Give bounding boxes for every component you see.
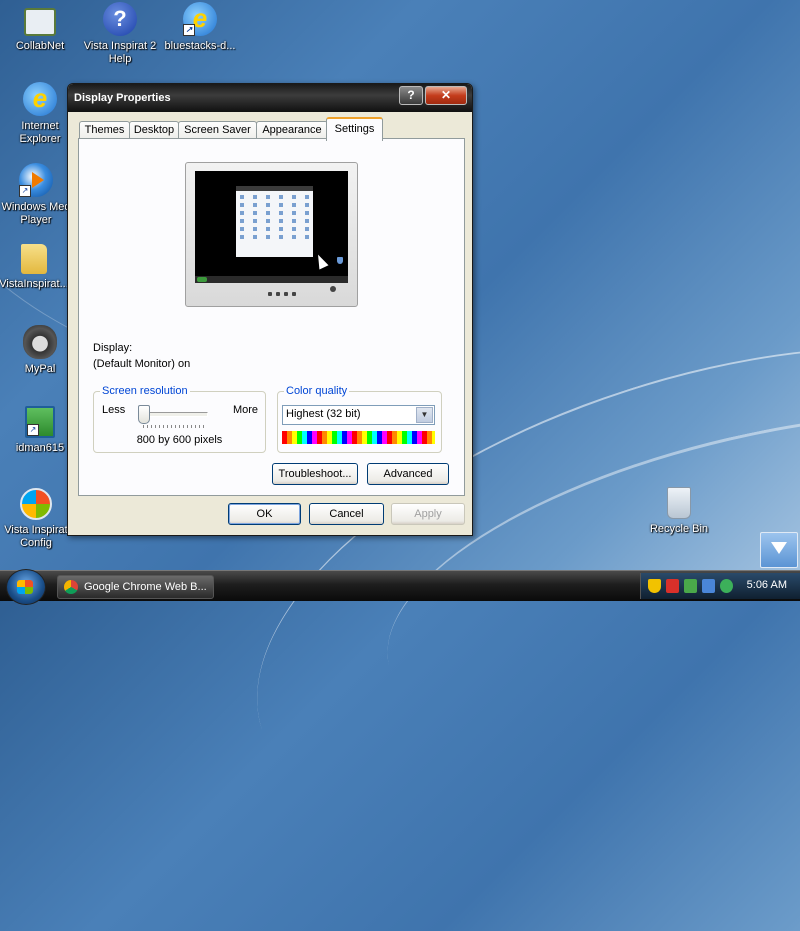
taskbar-item-label: Google Chrome Web B... [84,581,207,593]
mypal-icon [23,325,57,359]
system-tray: 5:06 AM [640,573,800,599]
taskbar: Google Chrome Web B... 5:06 AM [0,569,800,605]
group-title: Screen resolution [100,385,190,397]
color-quality-group: Color quality Highest (32 bit) ▼ [277,385,442,453]
desktop-icon-vistainspirat-folder[interactable]: VistaInspirat... [0,244,74,291]
monitor-screen [195,171,348,283]
shortcut-arrow-icon: ↗ [19,185,31,197]
apply-button[interactable]: Apply [391,503,465,525]
resolution-value: 800 by 600 pixels [136,434,223,446]
monitor-buttons [268,287,300,299]
desktop-icon-label: Vista Inspirat 2 Help [83,40,157,65]
color-quality-value: Highest (32 bit) [286,408,361,420]
help-button[interactable]: ? [399,86,423,105]
cancel-button[interactable]: Cancel [309,503,384,525]
desktop-icon-label: CollabNet [15,40,65,52]
title-bar[interactable]: Display Properties ? ✕ [68,84,472,112]
help-icon: ? [103,2,137,36]
desktop-icon-vista-config[interactable]: Vista Inspirat Config [0,488,76,550]
desktop-icon-label: Recycle Bin [649,523,709,535]
desktop-icon-vista-help[interactable]: ? Vista Inspirat 2 Help [80,2,160,66]
show-desktop-button[interactable] [760,532,798,568]
windows-logo-icon [17,580,33,594]
tab-settings[interactable]: Settings [326,117,383,141]
preview-shield-icon [337,257,343,264]
sync-icon[interactable] [720,579,733,593]
color-quality-select[interactable]: Highest (32 bit) ▼ [282,405,435,425]
security-shield-icon[interactable] [648,579,661,593]
display-properties-window: Display Properties ? ✕ Themes Desktop Sc… [67,83,473,536]
recycle-bin-icon [667,487,691,519]
desktop-icon-label: bluestacks-d... [164,40,236,52]
preview-window [236,186,313,257]
screen-resolution-group: Screen resolution Less More 800 by 600 p… [93,385,266,453]
idm-installer-icon: ↗ [25,406,55,438]
desktop-icon-windows-media-player[interactable]: ↗ Windows Med Player [0,163,76,227]
folder-icon [21,244,47,274]
tab-themes[interactable]: Themes [79,121,130,139]
desktop-icon-label: VistaInspirat... [0,278,69,290]
desktop-icon-label: Vista Inspirat Config [4,524,68,549]
preview-cursor-icon [313,252,329,270]
slider-ticks [143,425,207,428]
group-title: Color quality [284,385,350,397]
display-label: Display: [93,342,133,354]
network-icon[interactable] [684,579,697,593]
vista-config-icon [20,488,52,520]
more-label: More [232,404,258,416]
monitor-preview [185,162,358,307]
close-button[interactable]: ✕ [425,86,467,105]
troubleshoot-button[interactable]: Troubleshoot... [272,463,358,485]
internet-explorer-icon: e [23,82,57,116]
down-arrow-icon [771,542,787,554]
tab-screen-saver[interactable]: Screen Saver [178,121,257,139]
monitor-power-icon [330,286,336,292]
dropdown-arrow-icon[interactable]: ▼ [416,407,433,423]
desktop-icon-label: Windows Med Player [1,201,71,226]
preview-taskbar [195,276,348,283]
chrome-icon [64,580,78,594]
desktop-icon-bluestacks[interactable]: e ↗ bluestacks-d... [160,2,240,53]
settings-panel: Display: (Default Monitor) on Screen res… [78,138,465,496]
shortcut-arrow-icon: ↗ [183,24,195,36]
tab-appearance[interactable]: Appearance [256,121,328,139]
advanced-button[interactable]: Advanced [367,463,449,485]
less-label: Less [102,404,126,416]
resolution-slider-track[interactable] [140,412,208,417]
volume-icon[interactable] [702,579,715,593]
desktop-icon-collabnet[interactable]: CollabNet [0,4,80,53]
ie-shortcut-icon: e ↗ [183,2,217,36]
collabnet-icon [24,8,56,36]
tab-desktop[interactable]: Desktop [129,121,179,139]
window-client: Themes Desktop Screen Saver Appearance S… [71,112,469,532]
desktop-icon-recycle-bin[interactable]: Recycle Bin [639,487,719,536]
ok-button[interactable]: OK [228,503,301,525]
antivirus-icon[interactable] [666,579,679,593]
windows-media-player-icon: ↗ [19,163,53,197]
color-spectrum-bar [282,431,435,444]
display-value: (Default Monitor) on [93,358,191,370]
resolution-slider-thumb[interactable] [138,405,150,424]
taskbar-item-chrome[interactable]: Google Chrome Web B... [57,575,214,599]
shortcut-arrow-icon: ↗ [27,424,39,436]
window-title: Display Properties [74,92,171,104]
clock[interactable]: 5:06 AM [747,579,787,591]
